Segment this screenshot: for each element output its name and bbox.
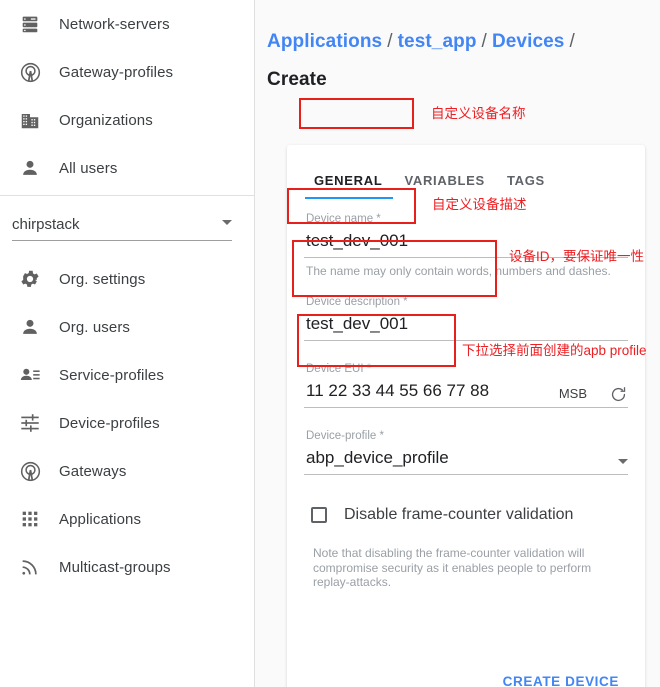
field-device-profile: Device-profile * abp_device_profile xyxy=(304,429,628,475)
breadcrumb-link-devices[interactable]: Devices xyxy=(492,31,565,52)
chevron-down-icon xyxy=(222,220,232,225)
gear-icon xyxy=(10,268,50,290)
field-device-eui: Device EUI * 11 22 33 44 55 66 77 88 MSB xyxy=(304,362,628,408)
person-icon xyxy=(10,316,50,338)
sidebar-item-label: Org. users xyxy=(59,318,131,336)
person-icon xyxy=(10,157,50,179)
sidebar-item-label: Applications xyxy=(59,510,142,528)
device-description-input[interactable]: test_dev_001 xyxy=(304,309,628,341)
antenna-icon xyxy=(10,460,50,483)
breadcrumb: Applications / test_app / Devices / xyxy=(255,0,660,53)
device-description-label: Device description * xyxy=(306,296,408,308)
sidebar-item-device-profiles[interactable]: Device-profiles xyxy=(0,399,254,447)
sidebar-item-label: Gateway-profiles xyxy=(59,63,174,81)
person-list-icon xyxy=(10,364,50,386)
chevron-down-icon[interactable] xyxy=(618,459,628,464)
sidebar-item-label: Device-profiles xyxy=(59,414,160,432)
sidebar-item-org-settings[interactable]: Org. settings xyxy=(0,255,254,303)
sidebar-item-label: Service-profiles xyxy=(59,366,164,384)
sidebar-item-label: Org. settings xyxy=(59,270,146,288)
sidebar-item-service-profiles[interactable]: Service-profiles xyxy=(0,351,254,399)
sidebar-item-label: Gateways xyxy=(59,462,127,480)
server-icon xyxy=(10,13,50,35)
sidebar-nav-top: Network-servers Gateway-profiles Organiz… xyxy=(0,0,254,192)
create-device-button[interactable]: CREATE DEVICE xyxy=(495,668,627,687)
sidebar-item-organizations[interactable]: Organizations xyxy=(0,96,254,144)
antenna-icon xyxy=(10,61,50,84)
breadcrumb-link-test-app[interactable]: test_app xyxy=(398,31,477,52)
breadcrumb-separator-trailing: / xyxy=(569,31,575,52)
sidebar-nav-org: Org. settings Org. users Service-profile… xyxy=(0,255,254,591)
sidebar-item-org-users[interactable]: Org. users xyxy=(0,303,254,351)
device-profile-value[interactable]: abp_device_profile xyxy=(304,443,618,474)
device-name-input[interactable]: test_dev_001 xyxy=(304,226,628,258)
sidebar-item-applications[interactable]: Applications xyxy=(0,495,254,543)
frame-counter-note: Note that disabling the frame-counter va… xyxy=(313,546,592,589)
main-content: Applications / test_app / Devices / Create GE… xyxy=(255,0,660,687)
sidebar: Network-servers Gateway-profiles Organiz… xyxy=(0,0,255,687)
sidebar-item-label: All users xyxy=(59,159,118,177)
disable-frame-counter-label: Disable frame-counter validation xyxy=(344,506,574,523)
organization-select-value: chirpstack xyxy=(12,216,80,233)
tab-tags[interactable]: TAGS xyxy=(496,173,556,199)
disable-frame-counter-checkbox[interactable] xyxy=(311,507,327,523)
device-create-card: GENERAL VARIABLES TAGS Device name * tes… xyxy=(287,145,645,687)
sidebar-item-label: Multicast-groups xyxy=(59,558,171,576)
breadcrumb-separator: / xyxy=(387,31,393,52)
field-device-name: Device name * test_dev_001 The name may … xyxy=(304,212,628,279)
device-profile-row[interactable]: abp_device_profile xyxy=(304,443,628,475)
tab-variables[interactable]: VARIABLES xyxy=(393,173,495,199)
device-eui-msb-label: MSB xyxy=(558,386,587,401)
sidebar-item-label: Network-servers xyxy=(59,15,170,33)
field-device-description: Device description * test_dev_001 xyxy=(304,295,628,341)
device-eui-label: Device EUI * xyxy=(306,363,372,375)
device-profile-label: Device-profile * xyxy=(306,430,384,442)
card-tabs: GENERAL VARIABLES TAGS xyxy=(305,145,628,199)
rss-icon xyxy=(10,556,50,578)
sidebar-item-multicast-groups[interactable]: Multicast-groups xyxy=(0,543,254,591)
sidebar-item-gateway-profiles[interactable]: Gateway-profiles xyxy=(0,48,254,96)
annotation-box-device-name xyxy=(299,98,414,129)
building-icon xyxy=(10,109,50,131)
app-root: Network-servers Gateway-profiles Organiz… xyxy=(0,0,660,687)
annotation-text-device-name: 自定义设备名称 xyxy=(431,106,526,121)
sliders-icon xyxy=(10,412,50,434)
sidebar-item-all-users[interactable]: All users xyxy=(0,144,254,192)
sidebar-item-label: Organizations xyxy=(59,111,153,129)
card-actions: CREATE DEVICE xyxy=(495,668,627,687)
device-eui-row: 11 22 33 44 55 66 77 88 MSB xyxy=(304,376,628,408)
sidebar-item-gateways[interactable]: Gateways xyxy=(0,447,254,495)
sidebar-item-network-servers[interactable]: Network-servers xyxy=(0,0,254,48)
page-title: Create xyxy=(267,69,327,90)
organization-select[interactable]: chirpstack xyxy=(12,209,232,241)
grid-dots-icon xyxy=(10,508,50,530)
device-name-label: Device name * xyxy=(306,213,381,225)
disable-frame-counter-row[interactable]: Disable frame-counter validation xyxy=(304,506,628,524)
refresh-icon[interactable] xyxy=(609,385,628,407)
organization-select-wrap: chirpstack xyxy=(0,196,254,241)
breadcrumb-link-applications[interactable]: Applications xyxy=(267,31,382,52)
device-name-hint: The name may only contain words, numbers… xyxy=(306,264,611,278)
tab-general[interactable]: GENERAL xyxy=(305,173,394,199)
device-eui-input[interactable]: 11 22 33 44 55 66 77 88 xyxy=(304,376,559,407)
breadcrumb-separator: / xyxy=(481,31,487,52)
